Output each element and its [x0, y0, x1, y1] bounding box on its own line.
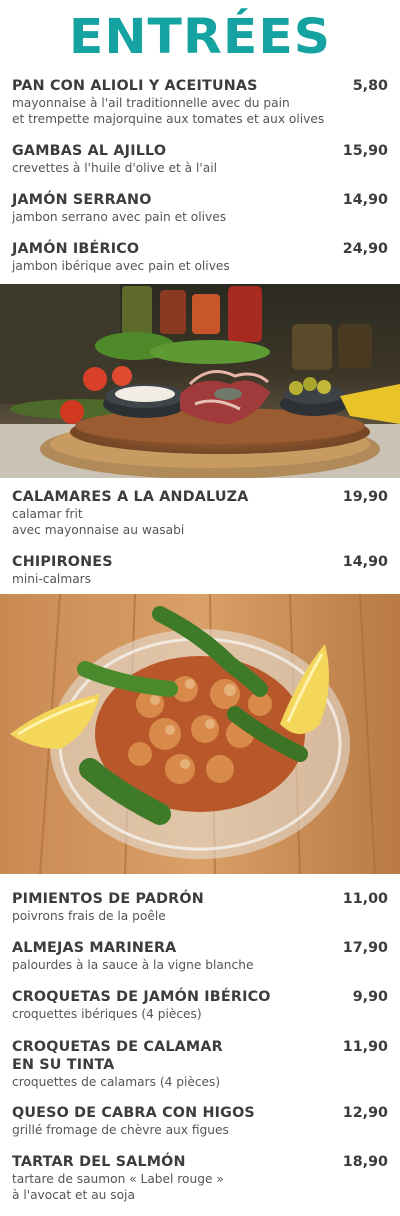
item-name: CHIPIRONES: [12, 554, 113, 570]
item-name: GAMBAS AL AJILLO: [12, 143, 167, 159]
page-title: ENTRÉES: [68, 9, 332, 65]
item-description: crevettes à l'huile d'olive et à l'ail: [12, 161, 217, 175]
item-price: 12,90: [342, 1105, 388, 1121]
item-name: CALAMARES A LA ANDALUZA: [12, 489, 249, 505]
item-price: 14,90: [342, 192, 388, 208]
item-price: 11,90: [342, 1039, 388, 1055]
item-description: jambon serrano avec pain et olives: [12, 210, 227, 224]
item-price: 19,90: [342, 489, 388, 505]
item-description: palourdes à la sauce à la vigne blanche: [12, 958, 254, 972]
ham-platter-photo: [0, 284, 400, 478]
item-name: CROQUETAS DE JAMÓN IBÉRICO: [12, 989, 271, 1005]
fried-calamari-photo: [0, 594, 400, 874]
item-price: 11,00: [342, 891, 388, 907]
item-price: 17,90: [342, 940, 388, 956]
item-price: 15,90: [342, 143, 388, 159]
menu-item: CROQUETAS DE JAMÓN IBÉRICO 9,90 croquett…: [12, 988, 388, 1022]
menu-item: JAMÓN IBÉRICO 24,90 jambon ibérique avec…: [12, 240, 388, 274]
item-price: 5,80: [352, 78, 388, 94]
item-description: calamar frit: [12, 507, 83, 521]
item-name: PAN CON ALIOLI Y ACEITUNAS: [12, 78, 258, 94]
menu-item: QUESO DE CABRA CON HIGOS 12,90 grillé fr…: [12, 1104, 388, 1138]
item-name: JAMÓN IBÉRICO: [12, 241, 140, 257]
menu-item: CALAMARES A LA ANDALUZA 19,90 calamar fr…: [12, 488, 388, 538]
item-description: croquettes ibériques (4 pièces): [12, 1007, 202, 1021]
item-name: ALMEJAS MARINERA: [12, 940, 177, 956]
item-description: poivrons frais de la poêle: [12, 909, 166, 923]
item-name: JAMÓN SERRANO: [12, 192, 152, 208]
menu-item: PAN CON ALIOLI Y ACEITUNAS 5,80 mayonnai…: [12, 77, 388, 127]
item-description: tartare de saumon « Label rouge »: [12, 1172, 224, 1186]
item-price: 14,90: [342, 554, 388, 570]
menu-item: PIMIENTOS DE PADRÓN 11,00 poivrons frais…: [12, 890, 388, 924]
menu-item: JAMÓN SERRANO 14,90 jambon serrano avec …: [12, 191, 388, 225]
item-name: CROQUETAS DE CALAMAR: [12, 1039, 223, 1055]
item-name: QUESO DE CABRA CON HIGOS: [12, 1105, 255, 1121]
item-description: grillé fromage de chèvre aux figues: [12, 1123, 229, 1137]
item-name: EN SU TINTA: [12, 1057, 115, 1073]
menu-item: ALMEJAS MARINERA 17,90 palourdes à la sa…: [12, 939, 388, 973]
item-price: 9,90: [352, 989, 388, 1005]
item-name: TARTAR DEL SALMÓN: [12, 1154, 186, 1170]
menu-item: TARTAR DEL SALMÓN 18,90 tartare de saumo…: [12, 1153, 388, 1203]
item-description: croquettes de calamars (4 pièces): [12, 1075, 221, 1089]
item-description: jambon ibérique avec pain et olives: [12, 259, 230, 273]
item-description: mini-calmars: [12, 572, 92, 586]
item-description: mayonnaise à l'ail traditionnelle avec d…: [12, 96, 290, 110]
menu-item: GAMBAS AL AJILLO 15,90 crevettes à l'hui…: [12, 142, 388, 176]
menu-item: CROQUETAS DE CALAMAR 11,90 EN SU TINTA c…: [12, 1038, 388, 1090]
item-name: PIMIENTOS DE PADRÓN: [12, 891, 204, 907]
item-description: avec mayonnaise au wasabi: [12, 523, 185, 537]
item-description: et trempette majorquine aux tomates et a…: [12, 112, 325, 126]
menu-item: CHIPIRONES 14,90 mini-calmars: [12, 553, 388, 587]
item-price: 24,90: [342, 241, 388, 257]
item-price: 18,90: [342, 1154, 388, 1170]
item-description: à l'avocat et au soja: [12, 1188, 135, 1202]
